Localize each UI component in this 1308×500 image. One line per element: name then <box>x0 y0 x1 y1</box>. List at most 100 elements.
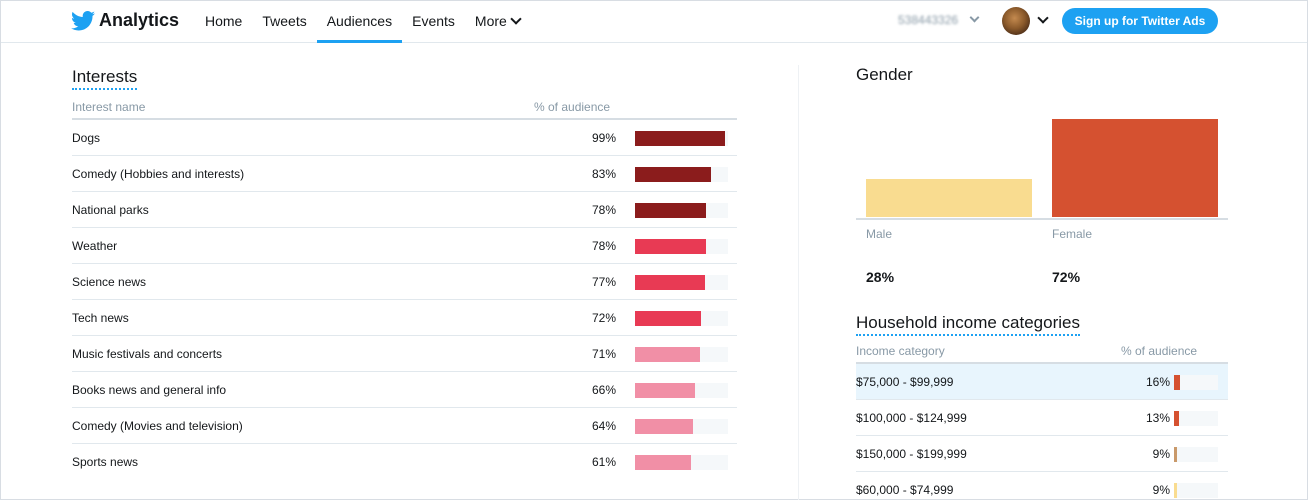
interest-percent: 78% <box>591 203 616 217</box>
top-navigation-bar: Analytics Home Tweets Audiences Events M… <box>1 1 1307 43</box>
percent-audience-header: % of audience <box>534 100 611 114</box>
income-table-header: Income category % of audience <box>856 340 1228 364</box>
interest-bar <box>635 275 706 290</box>
income-row[interactable]: $75,000 - $99,999 16% <box>856 364 1228 400</box>
interest-percent: 61% <box>591 455 616 469</box>
column-divider <box>798 65 799 500</box>
interest-row[interactable]: Books news and general info 66% <box>72 372 737 408</box>
gender-chart: Male 28% Female 72% <box>856 85 1228 285</box>
interest-percent: 78% <box>591 239 616 253</box>
nav-tweets[interactable]: Tweets <box>252 1 316 43</box>
twitter-bird-icon <box>71 10 95 30</box>
nav-more[interactable]: More <box>465 1 530 43</box>
interest-row[interactable]: Comedy (Hobbies and interests) 83% <box>72 156 737 192</box>
nav-events[interactable]: Events <box>402 1 465 43</box>
income-bar-track <box>1174 375 1218 390</box>
interest-percent: 71% <box>591 347 616 361</box>
interest-bar-track <box>635 275 728 290</box>
gender-percent: 72% <box>1052 269 1081 285</box>
gender-axis <box>856 218 1228 220</box>
user-menu-chevron-down-icon[interactable] <box>1037 12 1049 24</box>
interest-bar-track <box>635 419 728 434</box>
nav-more-label: More <box>474 13 507 29</box>
interest-name: Comedy (Hobbies and interests) <box>72 167 245 181</box>
nav-home-label: Home <box>205 13 243 29</box>
interest-bar <box>635 203 706 218</box>
interest-bar-track <box>635 347 728 362</box>
nav-audiences[interactable]: Audiences <box>316 1 403 43</box>
income-table-body: $75,000 - $99,999 16% $100,000 - $124,999 1… <box>856 364 1228 500</box>
gender-label: Female <box>1052 227 1093 241</box>
interest-name: Sports news <box>72 455 139 469</box>
income-bar-track <box>1174 447 1218 462</box>
interest-row[interactable]: Comedy (Movies and television) 64% <box>72 408 737 444</box>
income-category: $75,000 - $99,999 <box>856 375 954 389</box>
interest-bar-track <box>635 455 728 470</box>
income-percent-header: % of audience <box>1121 344 1198 358</box>
interest-name-header: Interest name <box>72 100 146 114</box>
interest-bar-track <box>635 131 728 146</box>
income-percent: 16% <box>1145 375 1170 389</box>
interest-bar <box>635 383 696 398</box>
interest-name: Books news and general info <box>72 383 227 397</box>
interests-table-header: Interest name % of audience <box>72 96 737 120</box>
gender-percent: 28% <box>866 269 895 285</box>
interest-bar-track <box>635 383 728 398</box>
interest-bar <box>635 311 701 326</box>
interest-row[interactable]: National parks 78% <box>72 192 737 228</box>
interests-title[interactable]: Interests <box>72 67 138 90</box>
interests-panel: Interests Interest name % of audience Do… <box>72 67 737 480</box>
interest-name: Weather <box>72 239 118 253</box>
chevron-down-icon <box>510 13 522 25</box>
sign-up-twitter-ads-button[interactable]: Sign up for Twitter Ads <box>1062 8 1218 34</box>
interest-percent: 72% <box>591 311 616 325</box>
interest-row[interactable]: Music festivals and concerts 71% <box>72 336 737 372</box>
interest-percent: 64% <box>591 419 616 433</box>
income-bar-track <box>1174 411 1218 426</box>
income-bar <box>1174 447 1178 462</box>
gender-label: Male <box>866 227 893 241</box>
interest-bar <box>635 239 706 254</box>
income-percent: 9% <box>1152 447 1170 461</box>
interest-bar <box>635 131 726 146</box>
interest-row[interactable]: Dogs 99% <box>72 120 737 156</box>
interest-bar-track <box>635 167 728 182</box>
interest-row[interactable]: Tech news 72% <box>72 300 737 336</box>
gender-title: Gender <box>856 65 913 84</box>
interest-name: Tech news <box>72 311 129 325</box>
interest-name: Comedy (Movies and television) <box>72 419 243 433</box>
main-nav: Home Tweets Audiences Events More <box>195 1 530 43</box>
income-bar <box>1174 483 1178 498</box>
interest-bar <box>635 347 700 362</box>
nav-home[interactable]: Home <box>195 1 252 43</box>
nav-tweets-label: Tweets <box>262 13 307 29</box>
interest-bar <box>635 167 711 182</box>
brand-name: Analytics <box>99 10 180 30</box>
interest-row[interactable]: Sports news 61% <box>72 444 737 480</box>
account-id[interactable]: 538443326 <box>898 13 958 27</box>
gender-bar-female <box>1052 119 1218 217</box>
interest-name: Science news <box>72 275 147 289</box>
interest-percent: 66% <box>591 383 616 397</box>
gender-panel: Gender Male 28% Female 72% <box>856 65 1228 285</box>
brand[interactable]: Analytics <box>71 10 179 31</box>
income-row[interactable]: $150,000 - $199,999 9% <box>856 436 1228 472</box>
gender-bar-male <box>866 178 1032 217</box>
income-title[interactable]: Household income categories <box>856 313 1080 336</box>
interest-bar-track <box>635 239 728 254</box>
income-panel: Household income categories Income categ… <box>856 313 1228 500</box>
account-chevron-down-icon[interactable] <box>969 12 980 23</box>
income-category-header: Income category <box>856 344 945 358</box>
income-row[interactable]: $100,000 - $124,999 13% <box>856 400 1228 436</box>
nav-audiences-label: Audiences <box>326 13 393 29</box>
income-bar <box>1174 375 1181 390</box>
interest-row[interactable]: Science news 77% <box>72 264 737 300</box>
interest-percent: 83% <box>591 167 616 181</box>
interest-name: Dogs <box>72 131 101 145</box>
avatar[interactable] <box>1002 7 1030 35</box>
interest-row[interactable]: Weather 78% <box>72 228 737 264</box>
interest-name: National parks <box>72 203 149 217</box>
income-row[interactable]: $60,000 - $74,999 9% <box>856 472 1228 500</box>
income-percent: 9% <box>1152 483 1170 497</box>
income-category: $150,000 - $199,999 <box>856 447 967 461</box>
